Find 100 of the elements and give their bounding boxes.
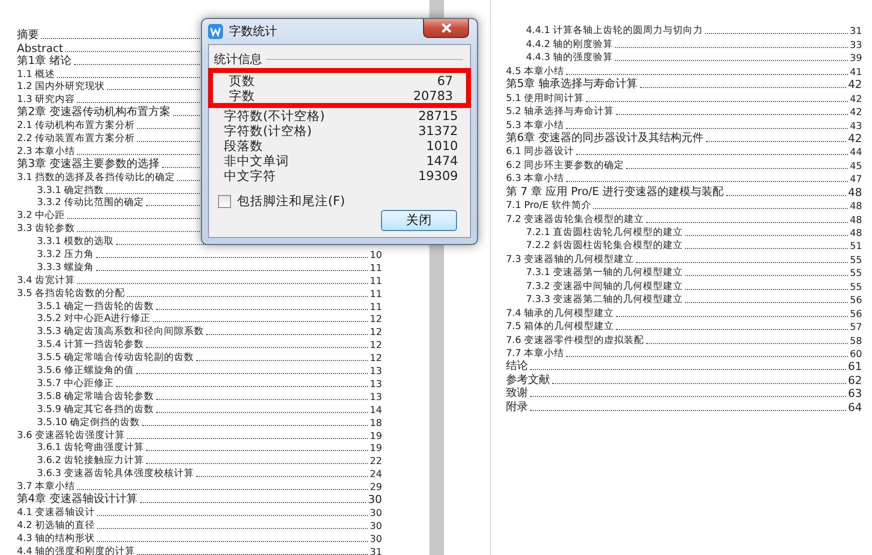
stat-value: 19309: [418, 168, 458, 183]
toc-entry: 3.5.6 修正螺旋角的值: [37, 364, 134, 378]
checkbox-label[interactable]: 包括脚注和尾注(F): [237, 193, 345, 210]
toc-entry: 第3章 变速器主要参数的选择: [17, 156, 160, 171]
dialog-title: 字数统计: [229, 23, 278, 40]
page-number: 39: [850, 53, 862, 64]
toc-entry: 第6章 变速器的同步器设计及其结构元件: [506, 130, 704, 145]
toc-entry: 3.5.10 确定倒挡的齿数: [37, 416, 140, 429]
page-number: 19: [370, 443, 382, 454]
toc-entry: 第5章 轴承选择与寿命计算: [506, 76, 638, 92]
page-number: 11: [370, 262, 382, 274]
page-number: 10: [370, 250, 382, 262]
page-number: 11: [370, 288, 382, 300]
page-number: 11: [370, 276, 382, 287]
toc-entry: 1.2 国内外研究现状: [17, 80, 106, 94]
page-number: 43: [850, 120, 862, 132]
toc-entry: 3.4 齿宽计算: [17, 274, 76, 287]
toc-entry: 3.7 本章小结: [17, 480, 76, 492]
stat-label: 字符数(计空格): [224, 123, 312, 138]
page-number: 42: [850, 94, 862, 105]
toc-entry: 3.5.5 确定常啮合传动齿轮副的齿数: [37, 351, 194, 364]
toc-entry: 7.3.1 变速器第一轴的几何模型建立: [526, 266, 684, 280]
toc-entry: 6.2 同步环主要参数的确定: [506, 158, 624, 172]
toc-entry: 3.3.2 传动比范围的确定: [37, 196, 144, 210]
close-button[interactable]: 关闭: [381, 210, 457, 231]
toc-entry: 第2章 变速器传动机构布置方案: [17, 104, 170, 120]
page-number: 44: [850, 147, 862, 158]
toc-entry: 第 7 章 应用 Pro/E 进行变速器的建模与装配: [506, 184, 724, 199]
app-logo-icon: [208, 24, 223, 39]
toc-entry: 3.3.1 模数的选取: [37, 235, 114, 248]
toc-entry: 7.4 轴承的几何模型建立: [506, 306, 614, 320]
toc-entry: 7.7 本章小结: [506, 346, 564, 360]
toc-entry: 1.1 概述: [17, 68, 56, 81]
page-number: 48: [850, 201, 862, 212]
page-number: 24: [370, 469, 382, 480]
toc-entry: 3.5.7 中心距修正: [37, 376, 114, 390]
toc-entry: 5.1 使用时间计算: [506, 92, 584, 105]
page-number: 51: [850, 241, 862, 252]
stat-label: 页数: [229, 73, 255, 88]
stat-label: 中文字符: [224, 168, 276, 183]
close-icon[interactable]: [423, 19, 469, 38]
checkbox[interactable]: [218, 195, 231, 208]
toc-entry: 6.1 同步器设计: [506, 145, 574, 158]
toc-entry: 3.5.1 确定一挡齿轮的齿数: [37, 300, 154, 313]
toc-entry: 3.5 各挡齿轮齿数的分配: [17, 286, 126, 300]
toc-entry: 3.5.9 确定其它各挡的齿数: [37, 402, 154, 416]
stat-label: 段落数: [224, 138, 263, 153]
page-number: 12: [370, 327, 382, 338]
toc-entry: 3.6.1 齿轮弯曲强度计算: [37, 441, 144, 454]
toc-entry: Abstract: [17, 42, 64, 55]
stat-label: 非中文单词: [224, 153, 289, 168]
page-number: 47: [850, 174, 862, 186]
page-number: 63: [848, 387, 862, 400]
page-number: 41: [850, 66, 862, 78]
stat-label: 字数: [229, 88, 255, 103]
toc-entry: 致谢: [506, 385, 528, 400]
page-number: 62: [848, 374, 862, 387]
toc-entry: 4.4.1 计算各轴上齿轮的圆周力与切向力: [526, 24, 704, 38]
toc-entry: 摘要: [17, 26, 39, 42]
stat-value: 20783: [413, 88, 453, 103]
page-number: 56: [850, 308, 862, 320]
page-number: 56: [850, 295, 862, 306]
stat-value: 67: [437, 73, 453, 88]
toc-entry: 3.2 中心距: [17, 209, 66, 222]
page-number: 13: [370, 378, 382, 390]
toc-entry: 7.2.2 斜齿圆柱齿轮集合模型的建立: [526, 239, 684, 252]
page-number: 12: [370, 314, 382, 326]
page-number: 13: [370, 392, 382, 403]
toc-entry: 3.6.3 变速器齿轮具体强度校核计算: [37, 467, 194, 480]
page-number: 42: [848, 78, 862, 92]
page-number: 57: [850, 322, 862, 334]
page-number: 55: [850, 254, 862, 266]
toc-entry: 2.1 传动机构布置方案分析: [17, 119, 136, 132]
page-number: 55: [850, 282, 862, 293]
page-number: 61: [848, 360, 862, 374]
toc-entry: 7.3.3 变速器第二轴的几何模型建立: [526, 293, 684, 306]
page-number: 48: [850, 214, 862, 226]
toc-entry: 2.2 传动装置布置方案分析: [17, 132, 136, 146]
page-number: 64: [848, 400, 862, 414]
page-number: 60: [850, 348, 862, 360]
toc-entry: 7.5 箱体的几何模型建立: [506, 320, 614, 334]
toc-entry: 7.3 变速器轴的几何模型建立: [506, 252, 634, 266]
toc-entry: 7.1 Pro/E 软件简介: [506, 199, 592, 212]
toc-entry: 3.3.1 确定挡数: [37, 184, 104, 197]
stat-value: 1010: [426, 138, 458, 153]
toc-entry: 3.5.4 计算一挡齿轮参数: [37, 338, 144, 352]
page-number: 12: [370, 353, 382, 364]
page-number: 30: [370, 520, 382, 532]
page-number: 48: [848, 186, 862, 199]
page-number: 48: [850, 228, 862, 239]
toc-entry: 4.4 轴的强度和刚度的计算: [17, 544, 136, 555]
stat-value: 31372: [418, 123, 458, 138]
page-number: 22: [370, 456, 382, 468]
toc-entry: 4.1 变速器轴设计: [17, 506, 96, 519]
toc-entry: 4.5 本章小结: [506, 64, 564, 78]
toc-entry: 3.5.8 确定常啮合齿轮参数: [37, 390, 154, 403]
toc-entry: 3.5.2 对中心距A进行修正: [37, 312, 151, 326]
toc-entry: 3.1 挡数的选择及各挡传动比的确定: [17, 170, 176, 184]
page-number: 11: [370, 302, 382, 313]
page-number: 29: [370, 482, 382, 494]
